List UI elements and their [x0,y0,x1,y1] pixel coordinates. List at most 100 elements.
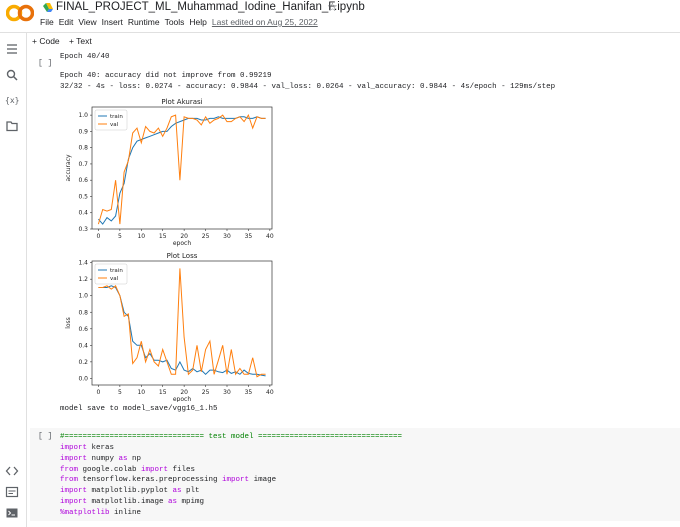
files-icon[interactable] [5,119,19,133]
add-code-button[interactable]: + Code [32,33,60,49]
code-text: image [249,476,277,485]
chart-title: Plot Akurasi [161,98,202,106]
code-text: keras [87,444,115,452]
y-tick-label: 0.7 [78,161,88,168]
header-bar: FINAL_PROJECT_ML_Muhammad_Iodine_Hanifan… [0,0,680,32]
code-line: from tensorflow.keras.preprocessing impo… [60,475,276,486]
variables-icon[interactable]: {x} [5,94,19,108]
code-keyword: from [60,465,79,474]
menu-view[interactable]: View [78,17,96,27]
output-log-line: Epoch 40: accuracy did not improve from … [60,72,272,80]
search-icon[interactable] [5,68,19,82]
code-text: google.colab [78,465,142,474]
y-tick-label: 1.0 [78,112,88,119]
x-tick-label: 35 [245,233,253,240]
code-text: files [168,465,196,474]
y-tick-label: 0.3 [78,226,88,233]
x-tick-label: 10 [137,389,145,396]
y-tick-label: 1.0 [78,293,88,300]
code-text: plt [181,487,200,496]
cell-toolbar: + Code + Text [27,33,680,49]
x-tick-label: 0 [97,389,101,396]
y-tick-label: 0.4 [78,342,88,349]
series-line-train [98,116,266,225]
legend-label: train [110,268,123,274]
legend-label: train [110,114,123,120]
code-line: import numpy as np [60,454,141,465]
legend-label: val [110,122,119,128]
run-cell-button[interactable]: [ ] [38,59,52,68]
code-text: mpimg [177,498,205,506]
y-axis-label: accuracy [65,154,72,182]
run-cell-button[interactable]: [ ] [38,432,52,441]
code-keyword: %matplotlib [60,508,110,517]
code-text: np [127,454,142,463]
code-keyword: as [118,454,128,463]
x-tick-label: 20 [180,233,188,240]
y-tick-label: 0.0 [78,375,88,382]
y-tick-label: 1.2 [78,276,88,283]
output-log-line: 32/32 - 4s - loss: 0.0274 - accuracy: 0.… [60,83,556,91]
code-keyword: as [172,487,182,496]
drive-icon [43,3,53,12]
menu-edit[interactable]: Edit [59,17,74,27]
x-axis-label: epoch [173,396,191,402]
x-tick-label: 40 [266,233,274,240]
x-tick-label: 10 [137,233,145,240]
code-text: numpy [87,454,119,463]
code-line: import keras [60,443,114,454]
code-keyword: import [60,487,88,496]
x-tick-label: 30 [223,389,231,396]
star-icon[interactable]: ☆ [327,0,338,14]
code-line: from google.colab import files [60,465,195,476]
y-tick-label: 0.8 [78,309,88,316]
code-text: matplotlib.pyplot [87,487,173,496]
code-text: tensorflow.keras.preprocessing [78,476,223,485]
code-keyword: as [168,498,178,506]
code-line: import matplotlib.pyplot as plt [60,486,200,497]
notebook-title[interactable]: FINAL_PROJECT_ML_Muhammad_Iodine_Hanifan… [56,0,365,14]
menu-tools[interactable]: Tools [165,17,185,27]
y-tick-label: 0.8 [78,145,88,152]
last-edited-link[interactable]: Last edited on Aug 25, 2022 [212,17,318,27]
y-tick-label: 0.6 [78,326,88,333]
menu-insert[interactable]: Insert [102,17,123,27]
x-tick-label: 15 [159,389,167,396]
x-tick-label: 35 [245,389,253,396]
loss-plot: Plot Loss 0 5 10 15 20 25 30 35 40 0.0 0.2 0.4 0.6 0.8… [65,252,274,402]
menu-file[interactable]: File [40,17,54,27]
legend-label: val [110,276,119,282]
menu-bar: File Edit View Insert Runtime Tools Help Last e… [40,17,323,28]
code-keyword: import [60,454,88,463]
chart-title: Plot Loss [167,252,198,260]
add-text-button[interactable]: + Text [69,33,92,49]
y-tick-label: 0.5 [78,193,88,200]
y-tick-label: 0.9 [78,128,88,135]
output-epoch: Epoch 40/40 [60,53,110,61]
code-keyword: import [222,476,250,485]
menu-runtime[interactable]: Runtime [128,17,160,27]
series-line-val [97,113,266,225]
accuracy-plot: Plot Akurasi 0 5 10 15 20 25 30 35 40 0.3 0.4 0.5 0.6… [65,98,274,247]
left-sidebar: {x} [0,33,27,527]
colab-logo[interactable] [6,4,34,22]
code-text: matplotlib.image [87,498,169,506]
y-axis-label: loss [65,317,72,329]
code-text: inline [109,508,142,517]
x-tick-label: 0 [97,233,101,240]
x-tick-label: 40 [266,389,274,396]
code-keyword: from [60,476,79,485]
x-tick-label: 25 [202,233,210,240]
code-keyword: import [60,498,88,506]
x-tick-label: 25 [202,389,210,396]
x-tick-label: 20 [180,389,188,396]
code-comment: #=============================== test mo… [60,433,403,441]
code-line: import matplotlib.image as mpimg [60,497,204,508]
command-palette-icon[interactable] [5,485,19,499]
x-tick-label: 30 [223,233,231,240]
terminal-icon[interactable] [5,506,19,520]
y-tick-label: 0.4 [78,210,88,217]
code-snippets-icon[interactable] [5,464,19,478]
toc-icon[interactable] [5,42,19,56]
menu-help[interactable]: Help [189,17,206,27]
